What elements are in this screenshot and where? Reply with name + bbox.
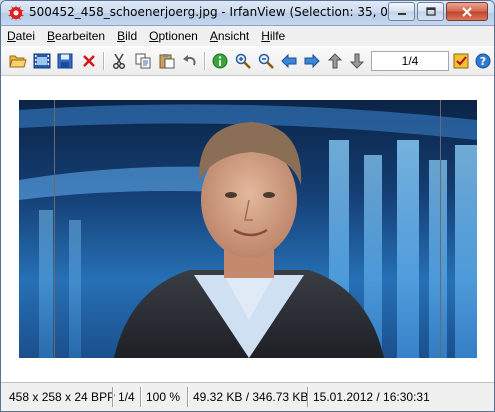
zoom-out-button[interactable]	[257, 52, 275, 70]
status-separator	[140, 387, 142, 407]
next-icon	[304, 54, 320, 68]
first-file-button[interactable]	[326, 52, 344, 70]
paste-button[interactable]	[158, 52, 176, 70]
menu-datei[interactable]: Datei	[1, 26, 41, 46]
cut-button[interactable]	[110, 52, 128, 70]
info-icon	[212, 53, 228, 69]
menu-bild-mnemonic: B	[117, 29, 126, 43]
zoom-in-icon	[235, 53, 251, 69]
slideshow-icon	[33, 53, 51, 69]
close-icon	[462, 6, 472, 17]
next-button[interactable]	[303, 52, 321, 70]
menu-optionen[interactable]: Optionen	[143, 26, 204, 46]
last-file-button[interactable]	[348, 52, 366, 70]
window-title: 500452_458_schoenerjoerg.jpg - IrfanView…	[29, 5, 389, 19]
irfanview-window: 500452_458_schoenerjoerg.jpg - IrfanView…	[0, 0, 495, 412]
menu-ansicht[interactable]: Ansicht	[204, 26, 255, 46]
undo-button[interactable]	[181, 52, 199, 70]
copy-button[interactable]	[134, 52, 152, 70]
settings-icon	[453, 53, 469, 69]
status-page: 1/4	[118, 390, 135, 404]
info-button[interactable]	[211, 52, 229, 70]
menu-bearbeiten[interactable]: Bearbeiten	[41, 26, 111, 46]
status-filesize: 49.32 KB / 346.73 KB	[193, 390, 309, 404]
irfanview-app-icon[interactable]	[7, 4, 25, 22]
copy-icon	[135, 53, 151, 69]
status-separator	[112, 387, 114, 407]
open-button[interactable]	[9, 52, 27, 70]
selection-right-edge[interactable]	[440, 100, 441, 358]
menu-hilfe-label: ilfe	[269, 29, 286, 43]
status-dimensions: 458 x 258 x 24 BPP	[9, 390, 116, 404]
status-datetime: 15.01.2012 / 16:30:31	[313, 390, 430, 404]
help-button[interactable]: ?	[474, 52, 492, 70]
toolbar-separator	[103, 52, 105, 70]
status-separator	[187, 387, 189, 407]
selection-left-edge[interactable]	[54, 100, 55, 358]
page-indicator[interactable]: 1/4	[371, 51, 449, 71]
menu-bild-label: ild	[125, 29, 138, 43]
delete-button[interactable]	[80, 52, 98, 70]
menu-optionen-label: ptionen	[158, 29, 198, 43]
settings-button[interactable]	[452, 52, 470, 70]
slideshow-button[interactable]	[33, 52, 51, 70]
toolbar-separator	[204, 52, 206, 70]
first-file-icon	[327, 53, 343, 69]
menu-ansicht-label: nsicht	[217, 29, 250, 43]
delete-icon	[83, 55, 95, 67]
previous-icon	[281, 54, 297, 68]
close-button[interactable]	[446, 2, 488, 21]
cut-icon	[113, 53, 125, 69]
menu-hilfe-mnemonic: H	[261, 29, 270, 43]
svg-text:?: ?	[480, 55, 486, 68]
undo-icon	[183, 55, 196, 66]
minimize-icon	[397, 12, 406, 15]
displayed-image[interactable]	[19, 100, 477, 358]
toolbar: 1/4 ?	[1, 47, 494, 76]
status-bar: 458 x 258 x 24 BPP 1/4 100 % 49.32 KB / …	[1, 382, 494, 411]
save-button[interactable]	[56, 52, 74, 70]
menu-bild[interactable]: Bild	[111, 26, 143, 46]
open-folder-icon	[9, 55, 27, 68]
image-canvas[interactable]	[1, 76, 494, 381]
status-zoom: 100 %	[146, 390, 181, 404]
menu-ansicht-mnemonic: A	[209, 29, 218, 43]
minimize-button[interactable]	[388, 2, 415, 21]
menu-datei-mnemonic: D	[7, 29, 16, 43]
menu-bar: Datei Bearbeiten Bild Optionen Ansicht H…	[1, 26, 494, 46]
title-bar[interactable]: 500452_458_schoenerjoerg.jpg - IrfanView…	[1, 1, 494, 26]
last-file-icon	[349, 53, 365, 69]
status-separator	[307, 387, 309, 407]
menu-hilfe[interactable]: Hilfe	[255, 26, 291, 46]
maximize-icon	[425, 7, 436, 16]
paste-icon	[159, 54, 175, 69]
zoom-in-button[interactable]	[234, 52, 252, 70]
help-icon: ?	[475, 53, 491, 69]
save-icon	[57, 53, 73, 69]
zoom-out-icon	[258, 53, 274, 69]
photo-content	[19, 100, 477, 358]
menu-bearbeiten-mnemonic: B	[47, 29, 56, 43]
previous-button[interactable]	[280, 52, 298, 70]
maximize-button[interactable]	[417, 2, 444, 21]
menu-datei-label: atei	[15, 29, 36, 43]
menu-bearbeiten-label: earbeiten	[55, 29, 106, 43]
